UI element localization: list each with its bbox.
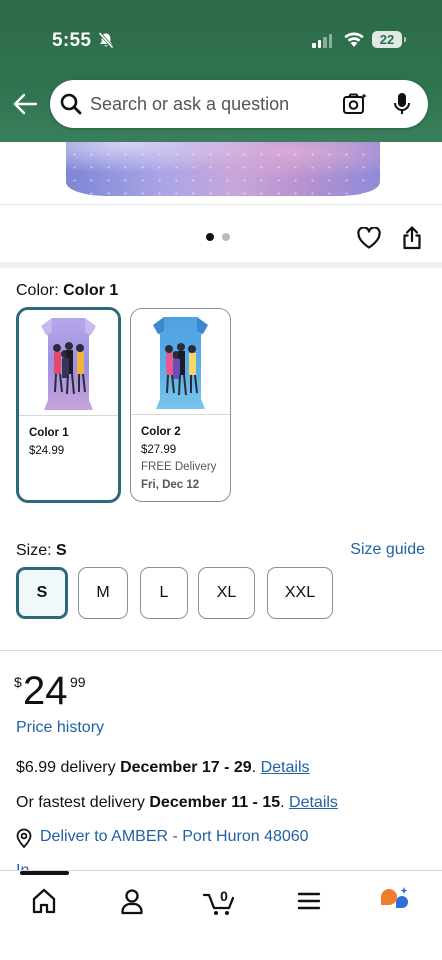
product-image-gallery[interactable] bbox=[0, 142, 442, 204]
cart-count: 0 bbox=[220, 888, 228, 904]
fastest-delivery-details-link[interactable]: Details bbox=[289, 794, 338, 811]
page-dot-active[interactable] bbox=[206, 233, 214, 241]
color-1-details: Color 1 $24.99 bbox=[29, 425, 69, 460]
deliver-to-text: Deliver to AMBER - Port Huron 48060 bbox=[40, 828, 309, 845]
color-option-2[interactable]: Color 2 $27.99 FREE Delivery Fri, Dec 12 bbox=[130, 308, 231, 502]
cell-signal-icon bbox=[312, 34, 332, 48]
ai-assistant-icon[interactable] bbox=[376, 885, 412, 917]
size-option-xxl[interactable]: XXL bbox=[267, 567, 333, 619]
price-whole: 24 bbox=[23, 669, 68, 713]
app-header: 5:55 22 bbox=[0, 0, 442, 142]
standard-delivery-details-link[interactable]: Details bbox=[261, 759, 310, 776]
fastest-delivery: Or fastest delivery December 11 - 15. De… bbox=[16, 794, 338, 812]
selected-size: S bbox=[56, 542, 67, 559]
price-currency: $ bbox=[14, 674, 22, 690]
page-dot[interactable] bbox=[222, 233, 230, 241]
back-arrow-icon[interactable] bbox=[12, 92, 38, 116]
color-label-prefix: Color: bbox=[16, 282, 64, 299]
size-option-l[interactable]: L bbox=[140, 567, 188, 619]
color-2-name: Color 2 bbox=[141, 426, 181, 438]
price-fraction: 99 bbox=[70, 674, 86, 690]
size-option-m[interactable]: M bbox=[78, 567, 128, 619]
standard-delivery: $6.99 delivery December 17 - 29. Details bbox=[16, 759, 310, 777]
color-label: Color: Color 1 bbox=[16, 282, 118, 300]
search-icon bbox=[60, 93, 82, 120]
section-divider bbox=[0, 650, 442, 651]
bottom-nav: 0 bbox=[0, 870, 442, 960]
fastest-delivery-suffix: . bbox=[280, 794, 290, 811]
camera-lens-icon[interactable] bbox=[342, 92, 368, 121]
section-divider bbox=[0, 262, 442, 268]
home-icon[interactable] bbox=[26, 885, 62, 917]
color-option-1[interactable]: Color 1 $24.99 bbox=[16, 307, 121, 503]
size-guide-link[interactable]: Size guide bbox=[350, 541, 425, 559]
color-1-thumbnail bbox=[19, 310, 118, 416]
color-2-thumbnail bbox=[131, 309, 230, 415]
standard-delivery-suffix: . bbox=[251, 759, 261, 776]
image-page-dots bbox=[206, 233, 230, 241]
size-option-s[interactable]: S bbox=[16, 567, 68, 619]
color-2-delivery-date: Fri, Dec 12 bbox=[141, 478, 200, 491]
product-image bbox=[66, 142, 380, 196]
status-bar: 5:55 22 bbox=[0, 28, 442, 54]
price-history-link[interactable]: Price history bbox=[16, 719, 104, 737]
cart-icon[interactable]: 0 bbox=[201, 885, 241, 917]
size-label: Size: S bbox=[16, 542, 67, 560]
fastest-delivery-prefix: Or fastest delivery bbox=[16, 794, 150, 811]
standard-delivery-prefix: $6.99 delivery bbox=[16, 759, 121, 776]
color-2-delivery: FREE Delivery bbox=[141, 461, 217, 473]
image-pager bbox=[0, 204, 442, 262]
color-2-price: $27.99 bbox=[141, 443, 177, 456]
size-label-prefix: Size: bbox=[16, 542, 57, 559]
status-time: 5:55 bbox=[52, 30, 92, 51]
account-icon[interactable] bbox=[114, 885, 150, 917]
search-input[interactable] bbox=[90, 88, 330, 120]
color-1-name: Color 1 bbox=[29, 427, 69, 439]
battery-indicator: 22 bbox=[372, 31, 406, 48]
heart-icon[interactable] bbox=[357, 226, 381, 254]
active-tab-indicator bbox=[20, 871, 69, 875]
location-pin-icon bbox=[16, 828, 32, 853]
search-bar[interactable] bbox=[50, 80, 428, 128]
wifi-icon bbox=[343, 31, 365, 53]
selected-color: Color 1 bbox=[63, 282, 119, 299]
color-1-price: $24.99 bbox=[29, 444, 65, 457]
standard-delivery-dates: December 17 - 29 bbox=[120, 759, 252, 776]
color-2-details: Color 2 $27.99 FREE Delivery Fri, Dec 12 bbox=[141, 424, 216, 494]
size-option-xl[interactable]: XL bbox=[198, 567, 255, 619]
microphone-icon[interactable] bbox=[393, 92, 411, 121]
bell-slash-icon bbox=[98, 31, 114, 54]
share-icon[interactable] bbox=[402, 226, 422, 255]
fastest-delivery-dates: December 11 - 15 bbox=[149, 794, 281, 811]
menu-icon[interactable] bbox=[291, 885, 327, 917]
